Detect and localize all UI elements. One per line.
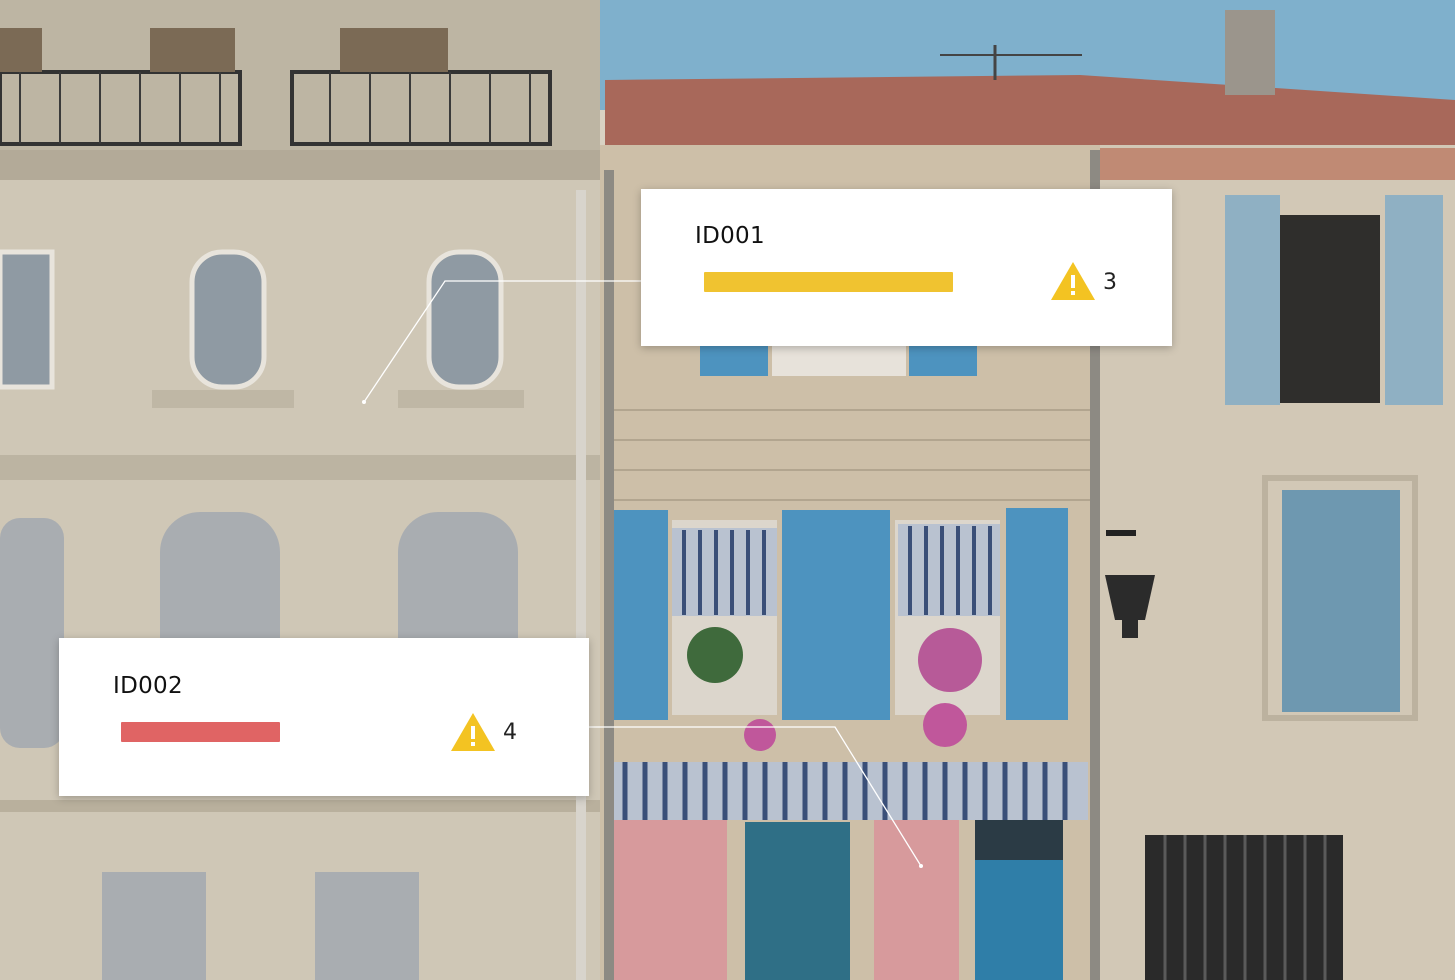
blue-shutter — [782, 510, 890, 720]
striped-blind — [672, 528, 777, 616]
chimney — [1225, 10, 1275, 95]
warning-icon — [451, 713, 495, 751]
status-bar — [704, 272, 953, 292]
door-grille — [975, 820, 1063, 860]
blue-shutter — [606, 510, 668, 720]
flower-pot — [687, 627, 743, 683]
building-facade-photo — [0, 0, 1455, 980]
left-building-cornice — [0, 150, 600, 180]
blue-shutter — [1282, 490, 1400, 712]
status-bar — [121, 722, 280, 742]
window-sill — [398, 390, 524, 408]
flower-pot — [918, 628, 982, 692]
window-sill — [152, 390, 294, 408]
pink-wall — [612, 820, 727, 980]
right-building-cornice — [1100, 148, 1455, 180]
blue-door — [745, 822, 850, 980]
flower-pot — [923, 703, 967, 747]
blue-door — [975, 860, 1063, 980]
left-building-top-band — [0, 0, 600, 150]
blue-shutter — [1225, 195, 1280, 405]
upper-window-shutter — [0, 28, 42, 72]
open-window — [1280, 215, 1380, 403]
blue-shutter — [700, 346, 768, 376]
flower-pot — [744, 719, 776, 751]
callout-card-id001[interactable]: ID001 3 — [641, 189, 1172, 346]
lower-wall — [0, 800, 600, 812]
floor-band — [0, 455, 600, 480]
window — [772, 346, 906, 376]
blue-shutter — [909, 346, 977, 376]
warning-count: 3 — [1103, 270, 1117, 295]
upper-window-shutter — [150, 28, 235, 72]
warning-count: 4 — [503, 720, 517, 745]
street-lamp-arm — [1106, 530, 1136, 536]
upper-window-shutter — [340, 28, 448, 72]
window — [189, 249, 267, 390]
street-lamp-base — [1122, 620, 1138, 638]
grey-shutter — [102, 872, 206, 980]
drain-pipe — [576, 190, 586, 980]
callout-card-id002[interactable]: ID002 4 — [59, 638, 589, 796]
pink-wall — [874, 820, 959, 980]
window — [0, 249, 55, 390]
warning-icon — [1051, 262, 1095, 300]
blue-shutter — [1006, 508, 1068, 720]
striped-blind — [898, 524, 1000, 616]
card-id-label: ID001 — [695, 223, 765, 249]
drain-pipe — [604, 170, 614, 980]
blue-shutter — [1385, 195, 1443, 405]
card-id-label: ID002 — [113, 673, 183, 699]
grey-shutter — [0, 518, 64, 748]
grey-shutter — [315, 872, 419, 980]
window — [426, 249, 504, 390]
